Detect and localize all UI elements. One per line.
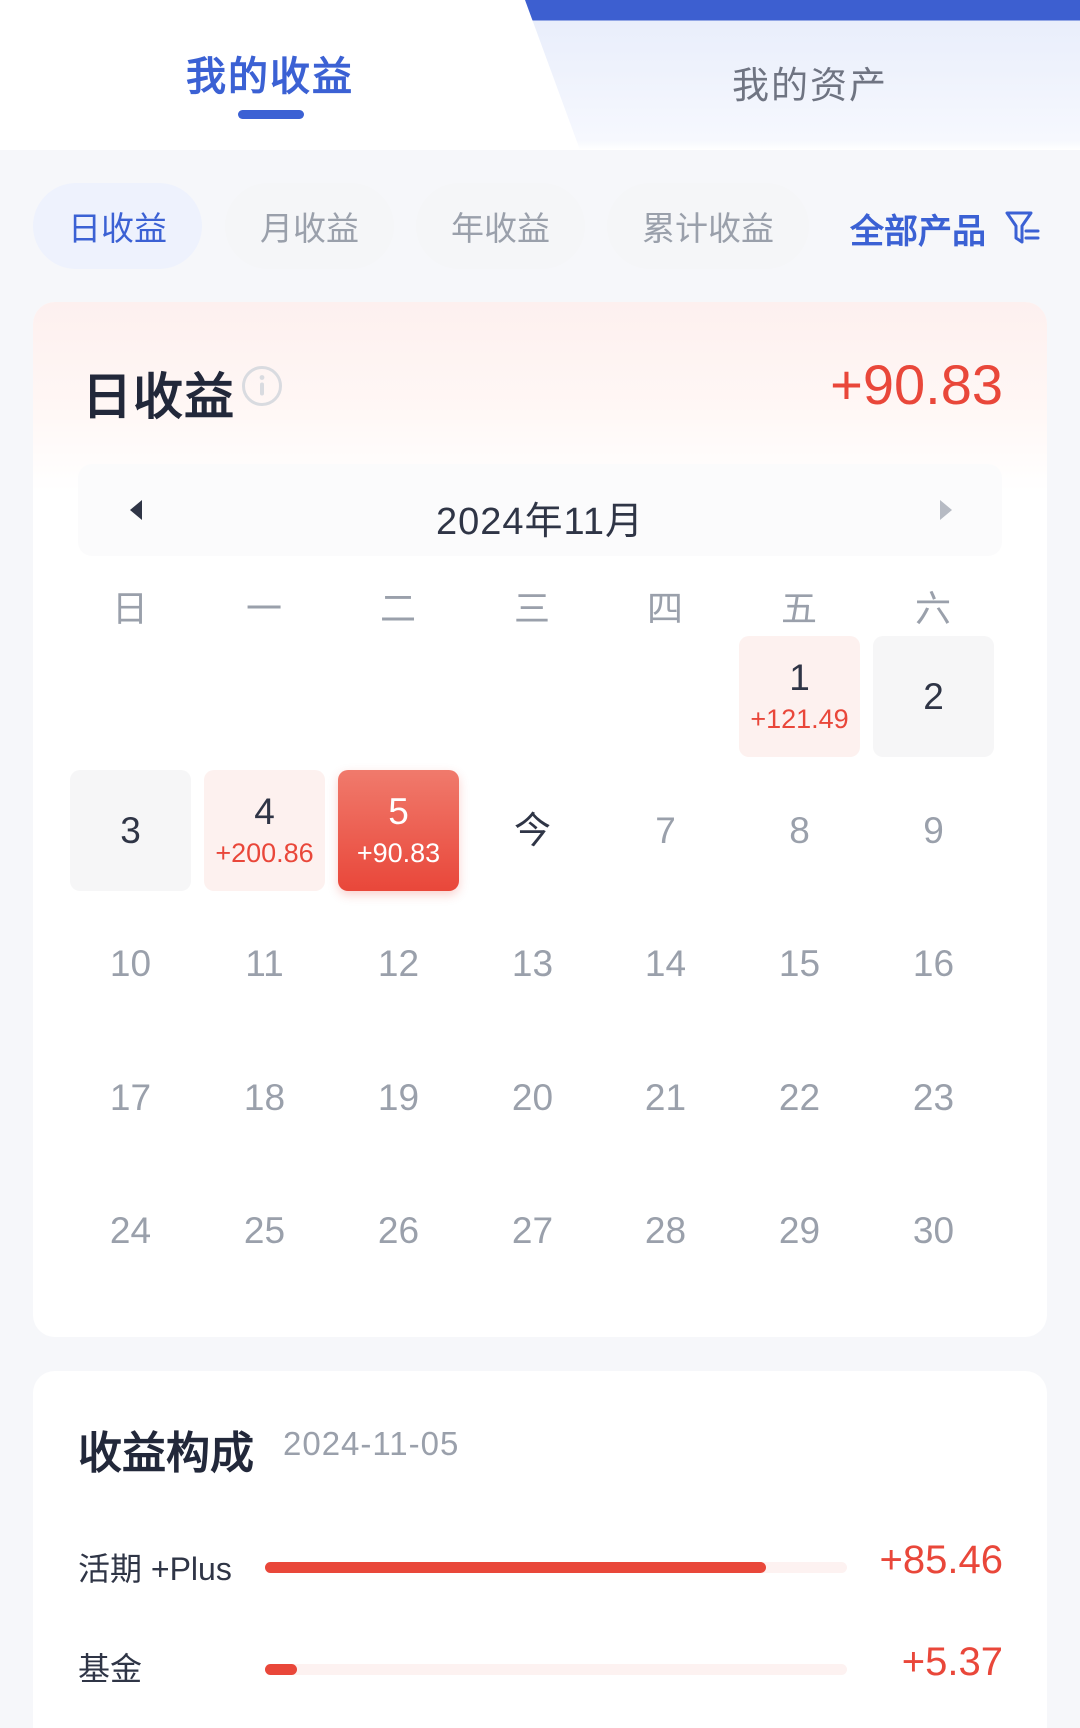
weekday-label: 二 xyxy=(379,588,416,629)
composition-date: 2024-11-05 xyxy=(283,1425,460,1462)
day-number: 13 xyxy=(511,942,554,984)
day-number: 3 xyxy=(120,809,141,851)
calendar-day[interactable]: 7 xyxy=(605,770,726,891)
calendar-day[interactable]: 22 xyxy=(739,1037,860,1158)
day-earnings-amount: +200.86 xyxy=(215,837,314,868)
calendar-day[interactable]: 1 +121.49 xyxy=(739,636,860,757)
day-earnings-amount: +121.49 xyxy=(750,703,849,734)
day-number: 28 xyxy=(644,1209,687,1251)
day-number: 24 xyxy=(109,1209,152,1251)
composition-item-label: 基金 xyxy=(78,1651,143,1687)
calendar-day[interactable]: 14 xyxy=(605,903,726,1024)
day-number: 21 xyxy=(644,1076,687,1118)
weekday-label: 六 xyxy=(914,588,951,629)
calendar-day[interactable]: 23 xyxy=(873,1037,994,1158)
composition-bar-fill xyxy=(265,1562,766,1573)
day-number: 19 xyxy=(377,1076,420,1118)
day-number: 25 xyxy=(243,1209,286,1251)
calendar-day[interactable]: 21 xyxy=(605,1037,726,1158)
day-number: 29 xyxy=(778,1209,821,1251)
calendar-day-selected[interactable]: 5 +90.83 xyxy=(338,770,459,891)
day-number: 18 xyxy=(243,1076,286,1118)
day-number: 20 xyxy=(511,1076,554,1118)
day-number: 16 xyxy=(912,942,955,984)
calendar-day[interactable]: 24 xyxy=(70,1170,191,1291)
day-number: 30 xyxy=(912,1209,955,1251)
weekday-label: 三 xyxy=(513,588,550,629)
day-number: 22 xyxy=(778,1076,821,1118)
next-month-icon[interactable] xyxy=(938,498,954,522)
calendar-day[interactable]: 18 xyxy=(204,1037,325,1158)
composition-bar-track xyxy=(265,1562,847,1573)
calendar-day[interactable]: 9 xyxy=(873,770,994,891)
calendar-day[interactable]: 19 xyxy=(338,1037,459,1158)
composition-title: 收益构成 xyxy=(78,1429,254,1478)
calendar-day[interactable]: 26 xyxy=(338,1170,459,1291)
weekday-label: 五 xyxy=(780,588,817,629)
month-selector: 2024年11月 xyxy=(78,464,1002,556)
calendar-day[interactable]: 3 xyxy=(70,770,191,891)
composition-item-value: +85.46 xyxy=(879,1538,1003,1582)
period-yearly-pill[interactable]: 年收益 xyxy=(416,183,585,269)
day-number: 15 xyxy=(778,942,821,984)
earnings-composition-card: 收益构成 2024-11-05 活期 +Plus +85.46 基金 +5.37 xyxy=(33,1371,1047,1728)
period-daily-pill[interactable]: 日收益 xyxy=(33,183,202,269)
day-number: 11 xyxy=(245,942,284,984)
weekday-label: 日 xyxy=(111,588,148,629)
calendar-day[interactable]: 4 +200.86 xyxy=(204,770,325,891)
day-number: 1 xyxy=(789,656,810,698)
calendar-day[interactable]: 28 xyxy=(605,1170,726,1291)
product-filter-button[interactable]: 全部产品 xyxy=(850,205,1040,251)
period-cumulative-pill[interactable]: 累计收益 xyxy=(607,183,809,269)
calendar-day[interactable]: 17 xyxy=(70,1037,191,1158)
calendar-day[interactable]: 27 xyxy=(472,1170,593,1291)
product-filter-label: 全部产品 xyxy=(850,212,986,251)
top-tab-bar: 我的收益 我的资产 xyxy=(0,0,1080,150)
active-tab-indicator xyxy=(238,110,304,119)
daily-earnings-card: 日收益 +90.83 2024年11月 日一二三四五六 1 +121.49 2 3 4 +… xyxy=(33,302,1047,1337)
day-number: 17 xyxy=(109,1076,152,1118)
calendar-day[interactable]: 30 xyxy=(873,1170,994,1291)
day-number: 4 xyxy=(254,790,275,832)
composition-bar-fill xyxy=(265,1664,297,1675)
day-number: 23 xyxy=(912,1076,955,1118)
day-number: 27 xyxy=(511,1209,554,1251)
calendar-day[interactable]: 10 xyxy=(70,903,191,1024)
tab-my-earnings[interactable]: 我的收益 xyxy=(150,44,390,102)
tab-my-assets[interactable]: 我的资产 xyxy=(690,55,930,109)
day-number: 9 xyxy=(923,809,944,851)
calendar-day[interactable]: 2 xyxy=(873,636,994,757)
day-number: 14 xyxy=(644,942,687,984)
composition-bar-track xyxy=(265,1664,847,1675)
calendar-day[interactable]: 15 xyxy=(739,903,860,1024)
day-number: 2 xyxy=(923,675,944,717)
day-number: 5 xyxy=(388,790,409,832)
day-number: 7 xyxy=(655,809,676,851)
day-number: 10 xyxy=(109,942,152,984)
daily-total-earnings: +90.83 xyxy=(830,353,1003,416)
calendar-day[interactable]: 8 xyxy=(739,770,860,891)
weekday-label: 一 xyxy=(245,588,282,629)
card-title: 日收益 xyxy=(82,369,235,425)
day-earnings-amount: +90.83 xyxy=(356,837,441,868)
calendar-day[interactable]: 16 xyxy=(873,903,994,1024)
composition-item-label: 活期 +Plus xyxy=(78,1551,232,1587)
calendar-day[interactable]: 29 xyxy=(739,1170,860,1291)
calendar-day[interactable]: 12 xyxy=(338,903,459,1024)
calendar-day[interactable]: 13 xyxy=(472,903,593,1024)
info-icon[interactable] xyxy=(241,365,283,407)
calendar-day[interactable]: 20 xyxy=(472,1037,593,1158)
weekday-label: 四 xyxy=(646,588,683,629)
composition-item-value: +5.37 xyxy=(901,1640,1003,1684)
calendar-day[interactable]: 今 xyxy=(472,770,593,891)
calendar-day[interactable]: 25 xyxy=(204,1170,325,1291)
day-number: 12 xyxy=(377,942,420,984)
day-number: 今 xyxy=(514,809,551,851)
day-number: 8 xyxy=(789,809,810,851)
filter-icon xyxy=(1005,211,1040,244)
day-number: 26 xyxy=(377,1209,420,1251)
month-label: 2024年11月 xyxy=(436,501,644,543)
calendar-day[interactable]: 11 xyxy=(204,903,325,1024)
period-monthly-pill[interactable]: 月收益 xyxy=(225,183,394,269)
